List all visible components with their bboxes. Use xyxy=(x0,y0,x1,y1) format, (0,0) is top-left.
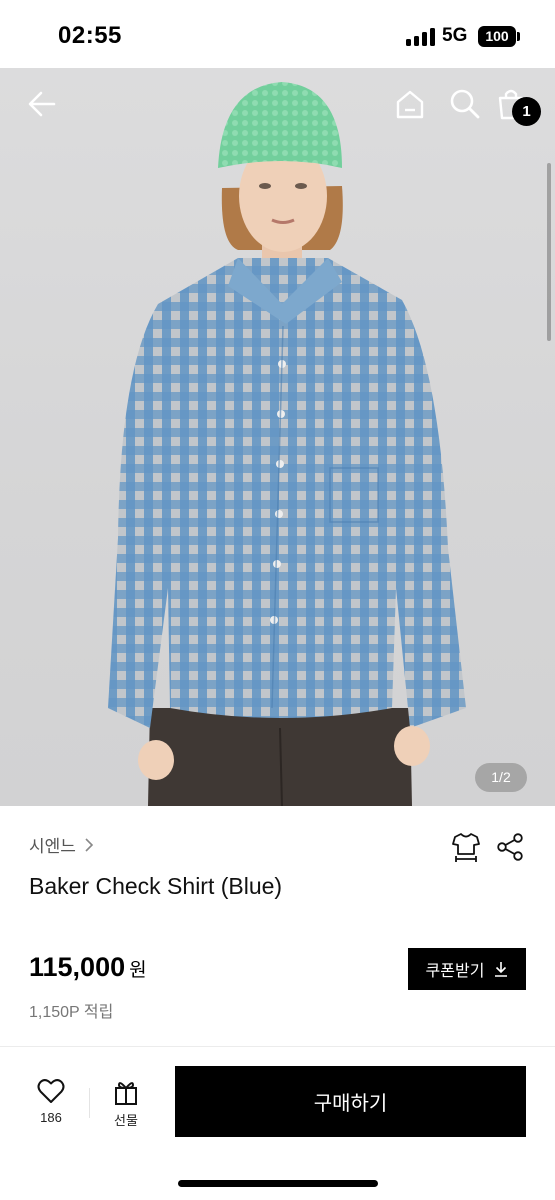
product-title: Baker Check Shirt (Blue) xyxy=(29,873,283,899)
download-icon xyxy=(495,962,508,977)
size-guide-icon[interactable] xyxy=(450,831,482,863)
status-bar: 02:55 5G 100 xyxy=(0,0,555,68)
section-divider xyxy=(0,1046,555,1047)
search-icon[interactable] xyxy=(446,86,482,122)
share-icon[interactable] xyxy=(494,831,526,863)
price: 115,000 원 xyxy=(29,952,147,983)
reward-points: 1,150P 적립 xyxy=(29,1004,114,1021)
brand-name: 시엔느 xyxy=(29,837,76,856)
price-value: 115,000 xyxy=(29,952,126,982)
cellular-signal-icon xyxy=(406,28,436,46)
price-unit: 원 xyxy=(129,960,147,981)
coupon-label: 쿠폰받기 xyxy=(425,963,485,980)
battery-tip xyxy=(517,32,520,41)
bottom-bar-divider xyxy=(89,1088,90,1118)
network-type: 5G xyxy=(442,25,468,46)
image-page-indicator: 1/2 xyxy=(475,763,527,792)
heart-icon xyxy=(37,1079,65,1103)
like-count: 186 xyxy=(40,1110,62,1125)
cart-count-badge: 1 xyxy=(512,97,541,126)
coupon-download-button[interactable]: 쿠폰받기 xyxy=(408,948,526,990)
buy-button[interactable]: 구매하기 xyxy=(175,1066,526,1137)
scrollbar[interactable] xyxy=(547,163,551,341)
home-icon[interactable] xyxy=(392,86,428,122)
gift-label: 선물 xyxy=(114,1113,138,1128)
back-arrow-icon[interactable] xyxy=(24,86,60,122)
status-time: 02:55 xyxy=(58,22,122,49)
product-photo xyxy=(108,82,466,806)
like-button[interactable]: 186 xyxy=(27,1078,75,1132)
gift-icon xyxy=(115,1082,137,1105)
brand-link[interactable]: 시엔느 xyxy=(29,832,96,857)
home-indicator xyxy=(178,1180,378,1187)
gift-button[interactable]: 선물 xyxy=(102,1078,150,1132)
battery-icon: 100 xyxy=(478,26,516,47)
product-image-gallery[interactable]: 1 1/2 xyxy=(0,68,555,806)
chevron-right-icon xyxy=(85,837,94,852)
